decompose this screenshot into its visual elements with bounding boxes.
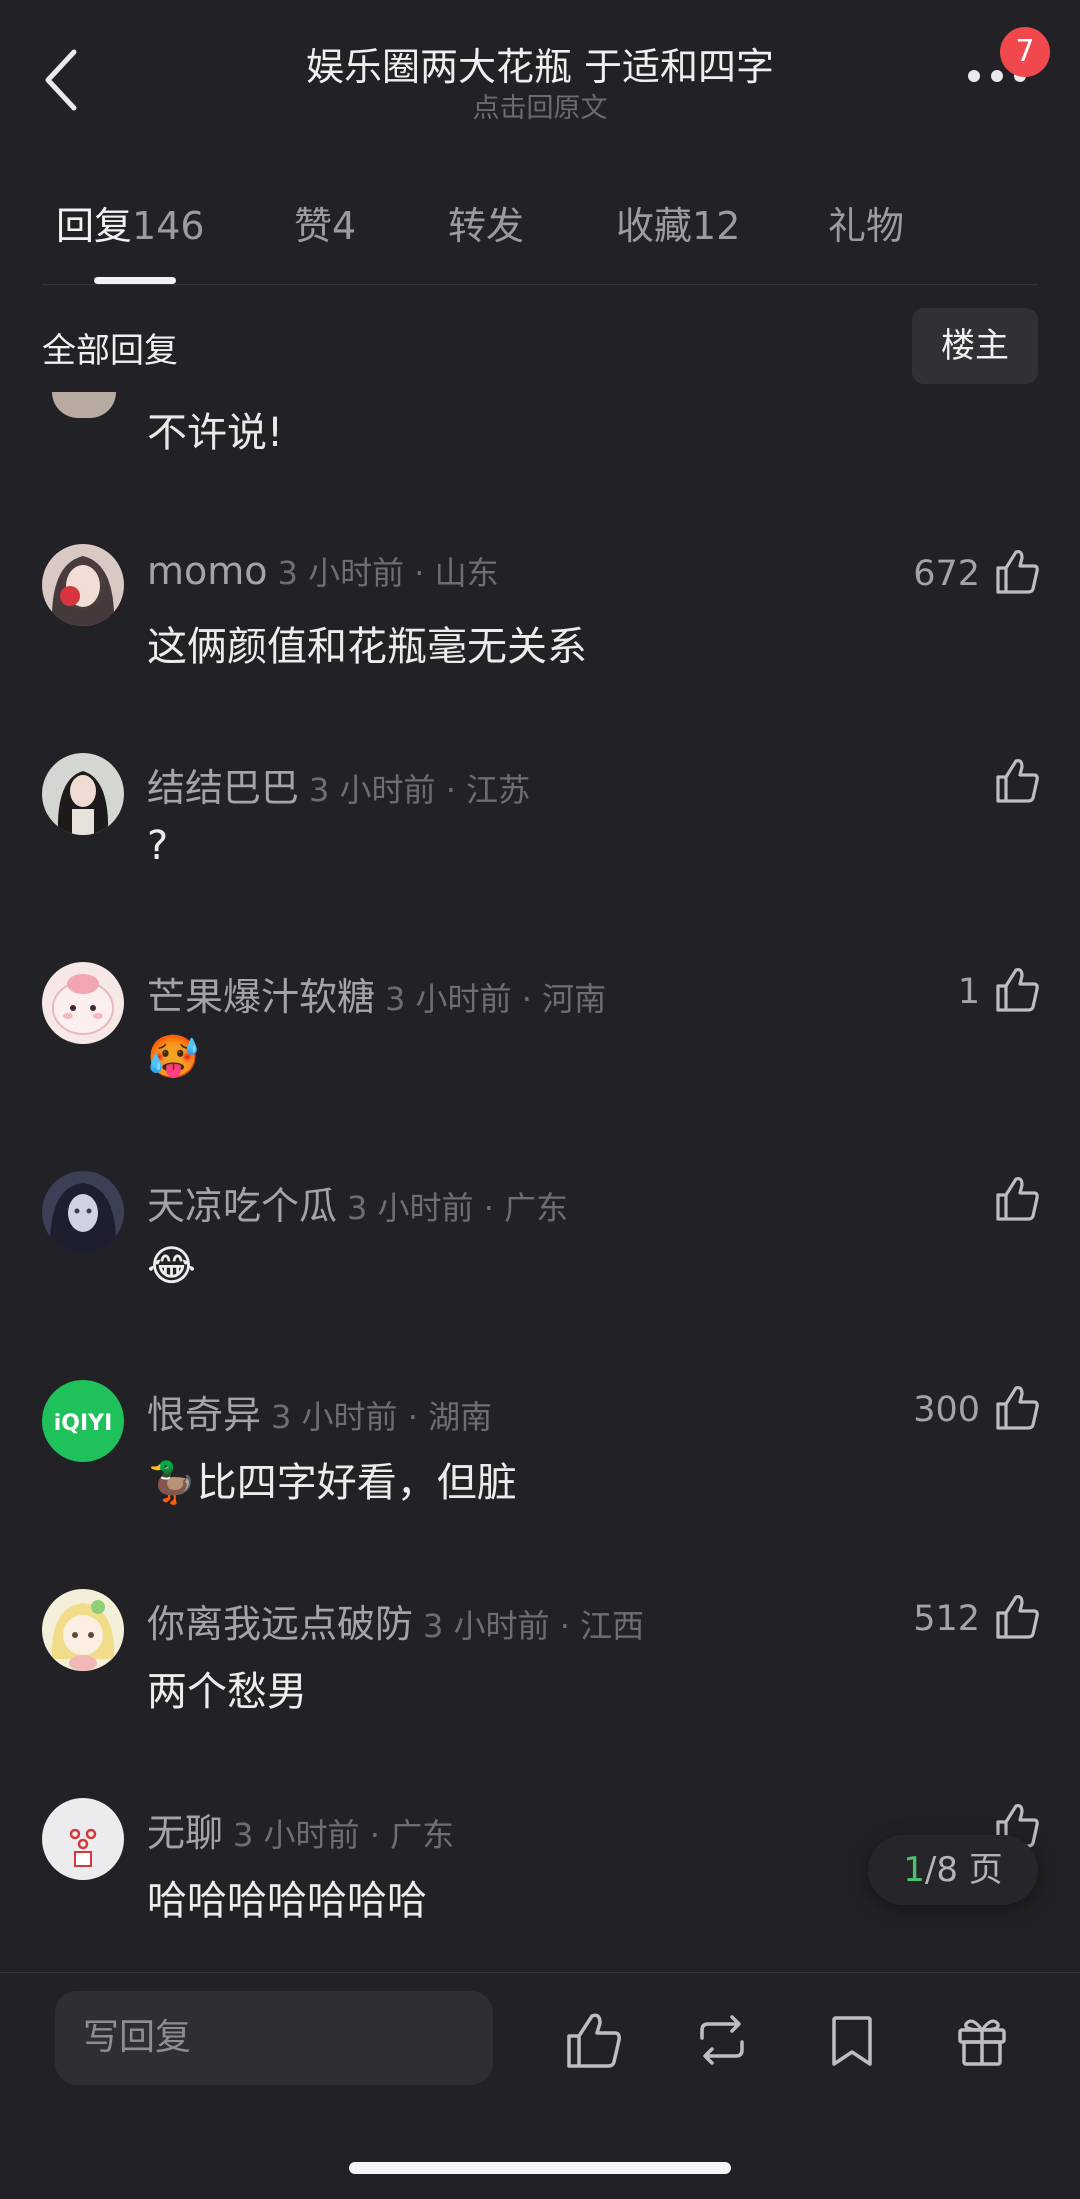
op-filter-button[interactable]: 楼主 <box>912 308 1038 384</box>
thumbs-up-icon[interactable] <box>994 1384 1040 1432</box>
tab-count: 12 <box>692 204 741 248</box>
bookmark-button[interactable] <box>822 2010 882 2070</box>
comment-meta: 天凉吃个瓜 3 小时前 · 广东 <box>147 1175 568 1230</box>
comment-item: 天凉吃个瓜 3 小时前 · 广东 😂 <box>0 1171 1080 1371</box>
total-pages: /8 页 <box>924 1850 1003 1890</box>
thumbs-up-icon[interactable] <box>994 757 1040 805</box>
comment-item: 结结巴巴 3 小时前 · 江苏 ? <box>0 753 1080 953</box>
timestamp-location: 3 小时前 · 江苏 <box>309 771 531 809</box>
gift-button[interactable] <box>952 2010 1012 2070</box>
timestamp-location: 3 小时前 · 湖南 <box>271 1398 493 1436</box>
back-to-original-link[interactable]: 点击回原文 <box>0 86 1080 125</box>
divider <box>42 284 1038 285</box>
comment-meta: 芒果爆汁软糖 3 小时前 · 河南 <box>147 966 606 1021</box>
comment-meta: 恨奇异 3 小时前 · 湖南 <box>147 1384 492 1439</box>
avatar[interactable] <box>42 753 124 835</box>
comment-item: iQIYI 恨奇异 3 小时前 · 湖南 🦆比四字好看，但脏 300 <box>0 1380 1080 1580</box>
comment-text: 两个愁男 <box>147 1669 307 1715</box>
avatar-image <box>42 1171 124 1253</box>
bookmark-icon <box>832 2016 872 2066</box>
like-count: 512 <box>913 1599 980 1639</box>
avatar[interactable]: iQIYI <box>42 1380 124 1462</box>
tab-label: 赞 <box>294 204 333 248</box>
tab-likes[interactable]: 赞4 <box>294 195 356 250</box>
avatar[interactable] <box>52 392 116 418</box>
like-count: 1 <box>957 972 980 1012</box>
repost-icon <box>700 2015 744 2065</box>
thumbs-up-icon[interactable] <box>994 1593 1040 1641</box>
avatar[interactable] <box>42 962 124 1044</box>
avatar-image <box>42 753 124 835</box>
comment-text: 😂 <box>147 1241 197 1290</box>
timestamp-location: 3 小时前 · 河南 <box>385 980 607 1018</box>
avatar-image <box>42 962 124 1044</box>
comment-meta: 无聊 3 小时前 · 广东 <box>147 1802 454 1857</box>
username[interactable]: momo <box>147 549 268 593</box>
notification-badge: 7 <box>1000 27 1050 77</box>
thumbs-up-icon[interactable] <box>994 548 1040 596</box>
avatar[interactable] <box>42 1171 124 1253</box>
tab-label: 回复 <box>56 204 133 248</box>
top-bar: 娱乐圈两大花瓶 于适和四字 点击回原文 7 <box>0 0 1080 160</box>
tab-favorites[interactable]: 收藏12 <box>616 195 740 250</box>
tab-count: 146 <box>132 204 205 248</box>
comment-text: 不许说! <box>147 410 284 456</box>
avatar[interactable] <box>42 1798 124 1880</box>
comment-item: 芒果爆汁软糖 3 小时前 · 河南 🥵 1 <box>0 962 1080 1162</box>
comment-text: 这俩颜值和花瓶毫无关系 <box>147 624 587 670</box>
username[interactable]: 无聊 <box>147 1811 223 1855</box>
section-title: 全部回复 <box>42 331 178 371</box>
comment-text: ? <box>147 823 169 869</box>
home-indicator[interactable] <box>349 2162 731 2174</box>
iqiyi-logo-text: iQIYI <box>54 1411 113 1436</box>
comment-meta: 你离我远点破防 3 小时前 · 江西 <box>147 1593 644 1648</box>
avatar-image <box>42 1589 124 1671</box>
timestamp-location: 3 小时前 · 广东 <box>347 1189 569 1227</box>
tab-replies[interactable]: 回复146 <box>56 195 205 250</box>
tab-bar: 回复146 赞4 转发 收藏12 礼物 <box>0 195 1080 285</box>
divider <box>0 1972 1080 1973</box>
timestamp-location: 3 小时前 · 广东 <box>233 1816 455 1854</box>
current-page: 1 <box>903 1850 925 1890</box>
comment-text: 🦆比四字好看，但脏 <box>147 1460 517 1506</box>
page-indicator[interactable]: 1/8 页 <box>868 1835 1038 1905</box>
username[interactable]: 你离我远点破防 <box>147 1602 413 1646</box>
active-tab-indicator <box>94 277 176 284</box>
username[interactable]: 芒果爆汁软糖 <box>147 975 375 1019</box>
avatar[interactable] <box>42 1589 124 1671</box>
avatar-image <box>42 544 124 626</box>
tab-label: 礼物 <box>828 204 905 248</box>
tab-label: 转发 <box>448 204 525 248</box>
comment-item: momo 3 小时前 · 山东 这俩颜值和花瓶毫无关系 672 <box>0 544 1080 744</box>
timestamp-location: 3 小时前 · 江西 <box>423 1607 645 1645</box>
avatar[interactable] <box>42 544 124 626</box>
comment-text: 哈哈哈哈哈哈哈 <box>147 1878 427 1924</box>
comment-meta: 结结巴巴 3 小时前 · 江苏 <box>147 757 530 812</box>
gift-icon <box>958 2019 1006 2066</box>
like-count: 672 <box>913 554 980 594</box>
avatar-image: iQIYI <box>42 1380 124 1462</box>
username[interactable]: 天凉吃个瓜 <box>147 1184 337 1228</box>
like-count: 300 <box>913 1390 980 1430</box>
avatar-image <box>42 1798 124 1880</box>
comment-item: 你离我远点破防 3 小时前 · 江西 两个愁男 512 <box>0 1589 1080 1789</box>
tab-label: 收藏 <box>616 204 693 248</box>
like-button[interactable] <box>563 2010 623 2070</box>
thumbs-up-icon[interactable] <box>994 1175 1040 1223</box>
thumbs-up-icon <box>567 2013 621 2068</box>
comment-text: 🥵 <box>147 1032 200 1081</box>
timestamp-location: 3 小时前 · 山东 <box>277 554 499 592</box>
thumbs-up-icon[interactable] <box>994 966 1040 1014</box>
username[interactable]: 恨奇异 <box>147 1393 261 1437</box>
comment-meta: momo 3 小时前 · 山东 <box>147 548 499 594</box>
tab-reposts[interactable]: 转发 <box>448 195 524 250</box>
tab-gifts[interactable]: 礼物 <box>828 195 904 250</box>
tab-count: 4 <box>332 204 357 248</box>
page-title[interactable]: 娱乐圈两大花瓶 于适和四字 <box>0 36 1080 91</box>
reply-input[interactable]: 写回复 <box>55 1991 493 2085</box>
username[interactable]: 结结巴巴 <box>147 766 299 810</box>
repost-button[interactable] <box>692 2010 752 2070</box>
